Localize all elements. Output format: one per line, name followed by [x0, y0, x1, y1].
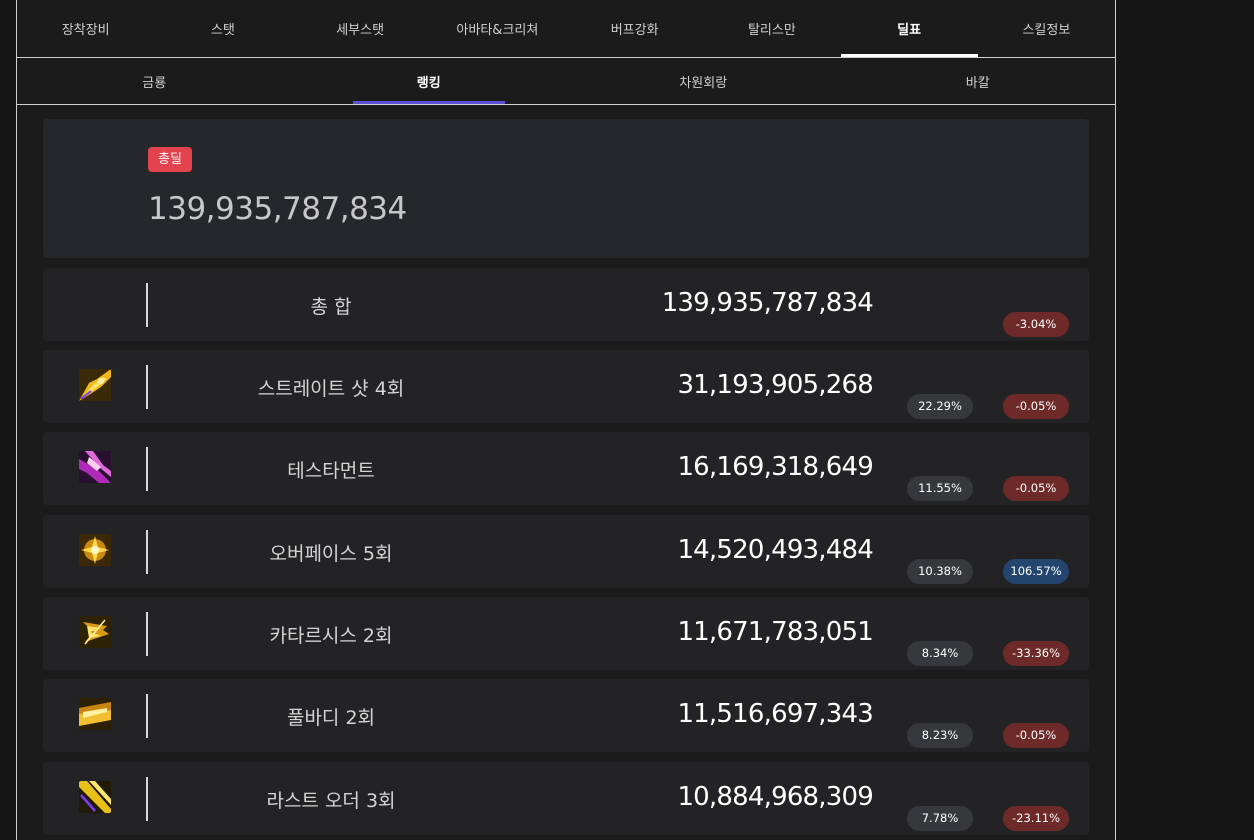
damage-share-badge: 10.38%: [907, 559, 973, 584]
tab-stats[interactable]: 스탯: [154, 0, 291, 57]
subtab-dimension-corridor[interactable]: 차원회랑: [566, 58, 841, 104]
row-divider: [146, 283, 148, 327]
tab-buff-enhance[interactable]: 버프강화: [566, 0, 703, 57]
damage-row: 오버페이스 5회 14,520,493,484 10.38% 106.57%: [43, 515, 1089, 588]
skill-name: 스트레이트 샷 4회: [257, 378, 405, 400]
sub-tab-bar: 금룡 랭킹 차원회랑 바칼: [17, 58, 1115, 105]
tab-damage-table[interactable]: 딜표: [840, 0, 979, 57]
row-divider: [146, 694, 148, 738]
row-divider: [146, 530, 148, 574]
damage-row: 스트레이트 샷 4회 31,193,905,268 22.29% -0.05%: [43, 350, 1089, 423]
straight-shot-skill-icon: [79, 369, 111, 401]
skill-damage: 11,516,697,343: [677, 699, 873, 729]
damage-share-badge: 8.23%: [907, 723, 973, 748]
skill-name: 테스타먼트: [287, 460, 375, 482]
row-divider: [146, 447, 148, 491]
total-damage-value: 139,935,787,834: [148, 191, 407, 227]
skill-damage: 11,671,783,051: [677, 617, 873, 647]
damage-row: 카타르시스 2회 11,671,783,051 8.34% -33.36%: [43, 597, 1089, 670]
damage-change-badge: -3.04%: [1003, 312, 1069, 337]
damage-change-badge: -23.11%: [1003, 806, 1069, 831]
tab-equipment[interactable]: 장착장비: [17, 0, 154, 57]
main-panel: 장착장비 스탯 세부스탯 아바타&크리쳐 버프강화 탈리스만 딜표 스킬정보 금…: [16, 0, 1116, 840]
damage-share-badge: 22.29%: [907, 394, 973, 419]
full-body-skill-icon: [79, 698, 111, 730]
damage-row-total: 총 합 139,935,787,834 -3.04%: [43, 268, 1089, 341]
damage-change-badge: 106.57%: [1003, 559, 1069, 584]
skill-damage: 16,169,318,649: [677, 452, 873, 482]
subtab-dragon[interactable]: 금룡: [17, 58, 292, 104]
total-damage-card: 총딜 139,935,787,834: [43, 119, 1089, 258]
skill-name: 오버페이스 5회: [269, 543, 393, 565]
tab-avatar-creature[interactable]: 아바타&크리쳐: [429, 0, 566, 57]
skill-name: 라스트 오더 3회: [266, 790, 396, 812]
skill-name: 총 합: [310, 296, 352, 318]
total-damage-badge: 총딜: [148, 147, 192, 172]
damage-change-badge: -0.05%: [1003, 394, 1069, 419]
damage-row: 풀바디 2회 11,516,697,343 8.23% -0.05%: [43, 679, 1089, 752]
tab-talisman[interactable]: 탈리스만: [703, 0, 840, 57]
damage-share-badge: 8.34%: [907, 641, 973, 666]
skill-name: 카타르시스 2회: [269, 625, 393, 647]
row-divider: [146, 777, 148, 821]
main-tab-bar: 장착장비 스탯 세부스탯 아바타&크리쳐 버프강화 탈리스만 딜표 스킬정보: [17, 0, 1115, 58]
skill-damage: 31,193,905,268: [677, 370, 873, 400]
subtab-ranking[interactable]: 랭킹: [292, 58, 567, 104]
skill-damage: 10,884,968,309: [677, 782, 873, 812]
row-divider: [146, 365, 148, 409]
skill-damage: 139,935,787,834: [661, 288, 874, 318]
tab-detail-stats[interactable]: 세부스탯: [292, 0, 429, 57]
skill-name: 풀바디 2회: [286, 707, 376, 729]
skill-damage: 14,520,493,484: [677, 535, 873, 565]
tab-skill-info[interactable]: 스킬정보: [978, 0, 1115, 57]
row-divider: [146, 612, 148, 656]
overpace-skill-icon: [79, 534, 111, 566]
damage-row: 라스트 오더 3회 10,884,968,309 7.78% -23.11%: [43, 762, 1089, 835]
damage-change-badge: -0.05%: [1003, 476, 1069, 501]
damage-change-badge: -0.05%: [1003, 723, 1069, 748]
testament-skill-icon: [79, 451, 111, 483]
damage-change-badge: -33.36%: [1003, 641, 1069, 666]
damage-share-badge: 11.55%: [907, 476, 973, 501]
damage-share-badge: 7.78%: [907, 806, 973, 831]
last-order-skill-icon: [79, 781, 111, 813]
catharsis-skill-icon: [79, 616, 111, 648]
damage-row: 테스타먼트 16,169,318,649 11.55% -0.05%: [43, 432, 1089, 505]
subtab-bakal[interactable]: 바칼: [841, 58, 1116, 104]
